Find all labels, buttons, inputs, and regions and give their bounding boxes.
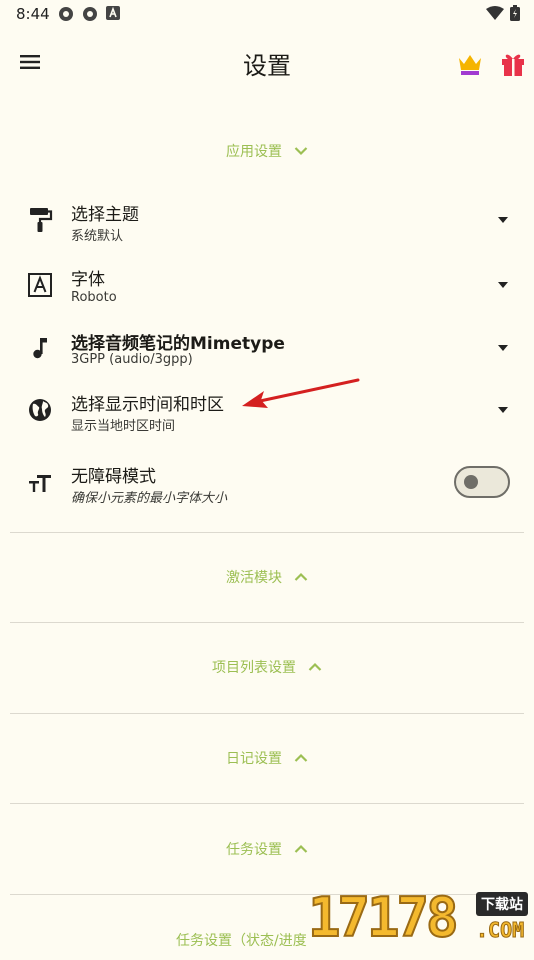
accessibility-toggle-switch[interactable] [454, 466, 510, 498]
section-header-app-settings[interactable]: 应用设置 [0, 131, 534, 171]
chevron-up-icon [294, 753, 308, 762]
watermark-logo: 17178 下载站 .COM [307, 886, 534, 950]
menu-icon[interactable] [18, 50, 46, 74]
globe-icon [29, 399, 51, 421]
status-system-icons [486, 5, 520, 21]
section-divider [10, 622, 524, 623]
notification-app-icon [83, 7, 97, 21]
wifi-icon [486, 6, 504, 20]
status-time: 8:44 [16, 5, 50, 23]
music-note-icon [33, 338, 47, 359]
paint-roller-icon [30, 208, 53, 232]
battery-icon [510, 5, 520, 21]
setting-font[interactable]: 字体 Roboto [0, 253, 534, 313]
font-a-icon [28, 273, 52, 297]
section-label: 任务设置（状态/进度 [176, 933, 307, 949]
section-label: 激活模块 [226, 570, 282, 586]
watermark-digits: 17178 [307, 886, 460, 949]
dropdown-arrow-icon[interactable] [495, 343, 511, 353]
toggle-knob [464, 475, 478, 489]
notification-a-icon [106, 6, 120, 20]
section-header-task-settings[interactable]: 任务设置 [0, 829, 534, 869]
setting-title: 字体 [71, 270, 105, 290]
setting-subtitle: 确保小元素的最小字体大小 [71, 491, 228, 506]
dropdown-arrow-icon[interactable] [495, 405, 511, 415]
chevron-up-icon [294, 572, 308, 581]
setting-title: 选择音频笔记的Mimetype [71, 334, 285, 354]
section-header-journal-settings[interactable]: 日记设置 [0, 738, 534, 778]
chevron-up-icon [308, 662, 322, 671]
setting-audio-mimetype[interactable]: 选择音频笔记的Mimetype 3GPP (audio/3gpp) [0, 318, 534, 378]
section-label: 日记设置 [226, 751, 282, 767]
notification-app-icon [59, 7, 73, 21]
dropdown-arrow-icon[interactable] [495, 280, 511, 290]
section-divider [10, 803, 524, 804]
status-notification-icons [58, 6, 120, 22]
setting-subtitle: 系统默认 [71, 229, 124, 244]
watermark-tag: 下载站 [476, 892, 528, 916]
chevron-down-icon [294, 147, 308, 156]
section-divider [10, 532, 524, 533]
chevron-up-icon [294, 844, 308, 853]
setting-theme[interactable]: 选择主题 系统默认 [0, 188, 534, 248]
section-label: 任务设置 [226, 842, 282, 858]
setting-title: 选择显示时间和时区 [71, 395, 224, 415]
setting-subtitle: 显示当地时区时间 [71, 419, 176, 434]
annotation-arrow-icon [242, 378, 360, 408]
section-label: 应用设置 [226, 144, 282, 160]
setting-title: 无障碍模式 [71, 467, 156, 487]
gift-icon[interactable] [499, 48, 527, 78]
text-size-icon [29, 475, 51, 492]
dropdown-arrow-icon[interactable] [495, 215, 511, 225]
page-title: 设置 [243, 52, 291, 80]
setting-title: 选择主题 [71, 205, 139, 225]
setting-subtitle: 3GPP (audio/3gpp) [71, 352, 193, 367]
section-label: 项目列表设置 [212, 660, 296, 676]
section-divider [10, 713, 524, 714]
section-header-project-list-settings[interactable]: 项目列表设置 [0, 647, 534, 687]
setting-subtitle: Roboto [71, 290, 117, 305]
section-header-activate-modules[interactable]: 激活模块 [0, 557, 534, 597]
app-bar: 设置 [0, 28, 534, 98]
watermark-domain: .COM [475, 918, 525, 943]
crown-icon[interactable] [456, 50, 484, 76]
status-bar: 8:44 [0, 0, 534, 28]
